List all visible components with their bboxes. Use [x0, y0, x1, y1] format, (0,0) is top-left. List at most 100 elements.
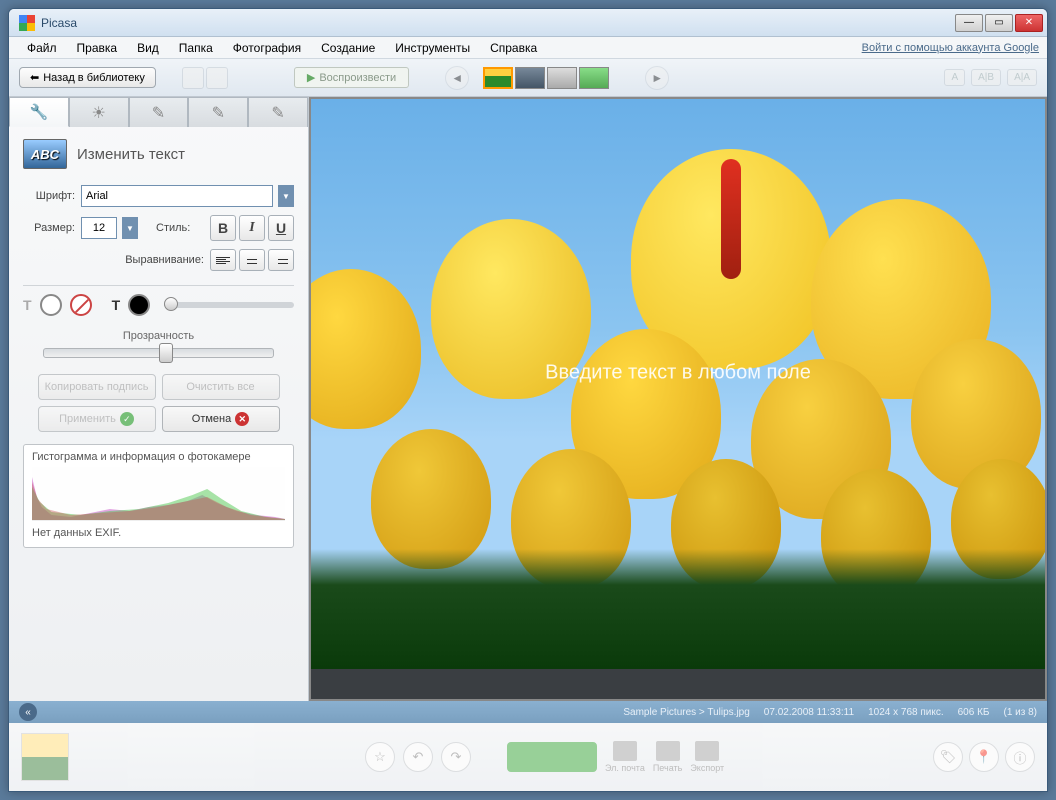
thumbnail-1[interactable] [483, 67, 513, 89]
fill-color-picker[interactable] [40, 294, 62, 316]
cancel-button[interactable]: Отмена ✕ [162, 406, 280, 432]
prev-photo-button[interactable]: ◄ [445, 66, 469, 90]
tray-thumbnail[interactable] [21, 733, 69, 781]
info-button[interactable]: ⓘ [1005, 742, 1035, 772]
tab-effects-1[interactable]: ✎ [129, 97, 189, 127]
size-input[interactable] [81, 217, 117, 239]
status-date: 07.02.2008 11:33:11 [764, 707, 854, 718]
text-edit-panel: ABC Изменить текст Шрифт: ▼ Размер: ▼ Ст… [9, 127, 308, 701]
menu-file[interactable]: Файл [17, 39, 67, 57]
tab-effects-2[interactable]: ✎ [188, 97, 248, 127]
menu-view[interactable]: Вид [127, 39, 169, 57]
menu-create[interactable]: Создание [311, 39, 385, 57]
maximize-button[interactable]: ▭ [985, 14, 1013, 32]
menu-photo[interactable]: Фотография [223, 39, 311, 57]
underline-button[interactable]: U [268, 215, 294, 241]
menu-folder[interactable]: Папка [169, 39, 223, 57]
text-tool-icon: ABC [23, 139, 67, 169]
photo-viewer[interactable]: Введите текст в любом поле [309, 97, 1047, 701]
font-label: Шрифт: [23, 190, 75, 202]
titlebar: Picasa ― ▭ ✕ [9, 9, 1047, 37]
print-button[interactable]: Печать [653, 741, 682, 773]
thumbnail-4[interactable] [579, 67, 609, 89]
tab-basic-fixes[interactable]: 🔧 [9, 97, 69, 127]
align-center-button[interactable] [239, 249, 265, 271]
bold-button[interactable]: B [210, 215, 236, 241]
brush2-icon: ✎ [212, 103, 225, 123]
apply-button[interactable]: Применить ✓ [38, 406, 156, 432]
compare-a-button[interactable]: A [944, 69, 965, 86]
menu-tools[interactable]: Инструменты [385, 39, 480, 57]
outline-width-slider[interactable] [164, 302, 294, 308]
play-icon: ▶ [307, 71, 315, 84]
sliders-icon: ☀ [92, 103, 106, 123]
menu-edit[interactable]: Правка [67, 39, 128, 57]
thumbnail-3[interactable] [547, 67, 577, 89]
menu-help[interactable]: Справка [480, 39, 547, 57]
star-button[interactable]: ☆ [365, 742, 395, 772]
status-path: Sample Pictures > Tulips.jpg [623, 707, 749, 718]
edit-tabs: 🔧 ☀ ✎ ✎ ✎ [9, 97, 308, 127]
email-label: Эл. почта [605, 763, 645, 773]
align-right-button[interactable] [268, 249, 294, 271]
play-label: Воспроизвести [319, 72, 396, 84]
histogram-title: Гистограмма и информация о фотокамере [32, 451, 285, 463]
histogram-panel: Гистограмма и информация о фотокамере Не… [23, 444, 294, 548]
export-icon [695, 741, 719, 761]
font-select[interactable] [81, 185, 273, 207]
app-window: Picasa ― ▭ ✕ Файл Правка Вид Папка Фотог… [8, 8, 1048, 792]
print-label: Печать [653, 763, 682, 773]
tag-button[interactable]: 🏷 [933, 742, 963, 772]
wrench-icon: 🔧 [30, 103, 49, 121]
edit-sidebar: 🔧 ☀ ✎ ✎ ✎ ABC Изменить текст Шрифт: ▼ Ра… [9, 97, 309, 701]
rotate-cw-button[interactable] [206, 67, 228, 89]
brush3-icon: ✎ [271, 103, 284, 123]
no-fill-button[interactable] [70, 294, 92, 316]
check-icon: ✓ [120, 412, 134, 426]
text-overlay-placeholder[interactable]: Введите текст в любом поле [545, 361, 811, 384]
collapse-tray-button[interactable]: « [19, 703, 37, 721]
photo-canvas: Введите текст в любом поле [311, 99, 1045, 669]
email-button[interactable]: Эл. почта [605, 741, 645, 773]
thumbnail-strip [483, 67, 609, 89]
next-photo-button[interactable]: ► [645, 66, 669, 90]
size-label: Размер: [23, 222, 75, 234]
rotate-left-button[interactable]: ↶ [403, 742, 433, 772]
google-login-link[interactable]: Войти с помощью аккаунта Google [862, 42, 1039, 54]
window-title: Picasa [41, 16, 77, 30]
export-button[interactable]: Экспорт [690, 741, 724, 773]
thumbnail-2[interactable] [515, 67, 545, 89]
content-area: 🔧 ☀ ✎ ✎ ✎ ABC Изменить текст Шрифт: ▼ Ра… [9, 97, 1047, 701]
close-button[interactable]: ✕ [1015, 14, 1043, 32]
outline-color-picker[interactable] [128, 294, 150, 316]
rotate-right-button[interactable]: ↷ [441, 742, 471, 772]
opacity-slider[interactable] [43, 348, 274, 358]
cancel-label: Отмена [192, 413, 231, 425]
minimize-button[interactable]: ― [955, 14, 983, 32]
tab-tuning[interactable]: ☀ [69, 97, 129, 127]
share-button[interactable] [507, 742, 597, 772]
italic-button[interactable]: I [239, 215, 265, 241]
clear-all-button[interactable]: Очистить все [162, 374, 280, 400]
compare-ab-button[interactable]: A|B [971, 69, 1001, 86]
compare-aa-button[interactable]: A|A [1007, 69, 1037, 86]
status-dimensions: 1024 x 768 пикс. [868, 707, 944, 718]
bottom-toolbar: ☆ ↶ ↷ Эл. почта Печать Экспорт 🏷 📍 ⓘ [9, 723, 1047, 791]
back-to-library-button[interactable]: ⬅ Назад в библиотеку [19, 67, 156, 88]
apply-label: Применить [59, 413, 116, 425]
opacity-label: Прозрачность [23, 330, 294, 342]
tab-effects-3[interactable]: ✎ [248, 97, 308, 127]
copy-caption-button[interactable]: Копировать подпись [38, 374, 156, 400]
status-index: (1 из 8) [1003, 707, 1037, 718]
email-icon [613, 741, 637, 761]
statusbar: « Sample Pictures > Tulips.jpg 07.02.200… [9, 701, 1047, 723]
align-left-button[interactable] [210, 249, 236, 271]
status-filesize: 606 КБ [958, 707, 990, 718]
slideshow-play-button[interactable]: ▶ Воспроизвести [294, 67, 409, 88]
geotag-button[interactable]: 📍 [969, 742, 999, 772]
brush-icon: ✎ [152, 103, 165, 123]
size-dropdown-button[interactable]: ▼ [122, 217, 138, 239]
rotate-ccw-button[interactable] [182, 67, 204, 89]
x-icon: ✕ [235, 412, 249, 426]
font-dropdown-button[interactable]: ▼ [278, 185, 294, 207]
